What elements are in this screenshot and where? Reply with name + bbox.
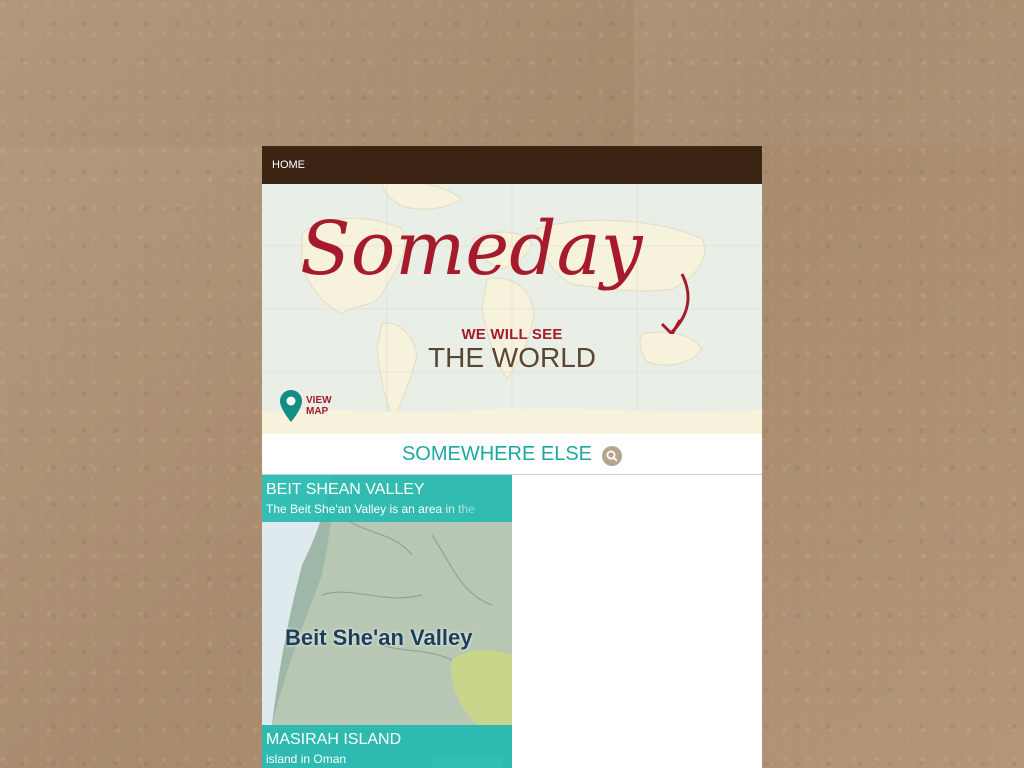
card-caption: MASIRAH ISLAND island in Oman [262, 725, 512, 768]
top-nav: HOME [262, 146, 762, 184]
card-description: island in Oman [266, 752, 347, 766]
card-description: The Beit She'an Valley is an area in the [266, 502, 475, 516]
location-map-label: Beit She'an Valley [285, 625, 473, 650]
hero-banner: Someday WE WILL SEE THE WORLD VIEW MAP [262, 184, 762, 434]
section-header: SOMEWHERE ELSE [262, 434, 762, 475]
hero-subtitle-top: WE WILL SEE [461, 326, 563, 343]
card-title: MASIRAH ISLAND [266, 731, 402, 748]
search-button[interactable] [602, 446, 623, 466]
background-texture-block [634, 0, 1024, 146]
someday-script-title: Someday [300, 206, 690, 334]
map-pin-icon [280, 390, 302, 422]
view-map-label-line1: VIEW [306, 395, 332, 406]
background-texture [0, 0, 634, 146]
section-title: SOMEWHERE ELSE [401, 442, 593, 465]
arrow-icon [670, 273, 690, 334]
view-map-label-line2: MAP [306, 406, 329, 417]
view-map-label: VIEW MAP [306, 395, 336, 417]
card-title: BEIT SHEAN VALLEY [266, 481, 425, 498]
page-container: HOME Someday WE WILL SEE THE WORLD VIEW … [262, 146, 762, 768]
card-caption: BEIT SHEAN VALLEY The Beit She'an Valley… [262, 475, 512, 522]
nav-home-link[interactable]: HOME [272, 159, 305, 171]
location-card[interactable]: Beit She'an Valley BEIT SHEAN VALLEY The… [262, 475, 512, 725]
search-icon [606, 450, 618, 462]
hero-subtitle-main: THE WORLD [428, 342, 596, 373]
view-map-button[interactable]: VIEW MAP [280, 390, 336, 422]
hero-title: Someday [300, 206, 644, 292]
location-card[interactable]: MASIRAH ISLAND island in Oman [262, 725, 512, 768]
